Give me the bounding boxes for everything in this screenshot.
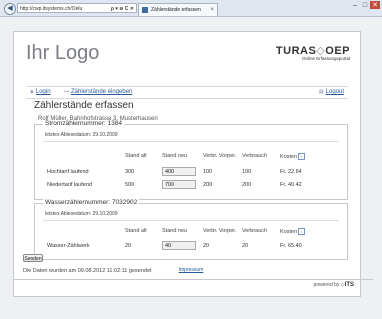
- login-icon: ◈: [30, 89, 34, 95]
- stand-neu-input[interactable]: 700: [162, 180, 196, 189]
- kosten-value: Fr. 40.42: [280, 182, 302, 188]
- page-background: Ihr Logo TURAS◇OEP Online Erfassungsport…: [0, 17, 382, 319]
- favicon-icon: [142, 7, 148, 13]
- water-last-reading: letztes Ablesedatum: 29.10.2009: [45, 211, 118, 217]
- tab-close-icon[interactable]: ×: [210, 4, 214, 16]
- page-title: Zählerstände erfassen: [34, 100, 134, 111]
- nav-logout-link[interactable]: Logout: [326, 89, 344, 95]
- address-url: http://cwp.itsystems.ch/Oelu: [20, 6, 83, 12]
- browser-toolbar: ◀ http://cwp.itsystems.ch/Oelu ρ ▾ ≌ C ✕…: [0, 0, 382, 17]
- logout-icon: ▤: [318, 89, 324, 95]
- verbrauch-value: 20: [242, 243, 249, 249]
- footer: Impressum: [0, 267, 382, 273]
- electricity-meter-section: Stromzählernummer: 1384 letztes Ableseda…: [34, 120, 348, 200]
- verbr-vorper-value: 200: [203, 182, 213, 188]
- col-header-stand-neu: Stand neu: [162, 228, 188, 234]
- col-header-kosten: Kosten i: [280, 153, 306, 160]
- electricity-meter-legend: Stromzählernummer: 1384: [43, 120, 124, 127]
- verbr-vorper-value: 20: [203, 243, 210, 249]
- verbr-vorper-value: 100: [203, 169, 213, 175]
- kosten-value: Fr. 65.40: [280, 243, 302, 249]
- powered-by: powered by ◇ITS: [313, 282, 354, 288]
- tab-title: Zählerstände erfassen: [151, 7, 201, 13]
- back-button[interactable]: ◀: [4, 3, 16, 15]
- row-label: Hochtarif laufend: [47, 169, 89, 175]
- divider: [43, 141, 339, 142]
- content-card: Ihr Logo TURAS◇OEP Online Erfassungsport…: [13, 31, 361, 297]
- nav-zahlerstaende-link[interactable]: Zählerstände eingeben: [71, 89, 132, 95]
- stand-neu-input[interactable]: 400: [162, 167, 196, 176]
- info-icon[interactable]: i: [298, 228, 306, 235]
- maximize-button[interactable]: □: [360, 2, 370, 9]
- footer-divider: [13, 279, 373, 280]
- site-logo: Ihr Logo: [26, 42, 100, 64]
- stand-alt-value: 500: [125, 182, 135, 188]
- divider: [43, 220, 339, 221]
- send-button[interactable]: Senden: [23, 254, 43, 262]
- col-header-stand-alt: Stand alt: [125, 228, 147, 234]
- kosten-value: Fr. 22.64: [280, 169, 302, 175]
- stand-alt-value: 20: [125, 243, 132, 249]
- nav-bar: ◈ Login ⊶ Zählerstände eingeben ▤ Logout: [26, 86, 348, 99]
- minimize-button[interactable]: –: [350, 2, 360, 9]
- col-header-kosten: Kosten i: [280, 228, 306, 235]
- address-bar[interactable]: http://cwp.itsystems.ch/Oelu ρ ▾ ≌ C ✕: [17, 3, 137, 13]
- row-label: Niedertarif laufend: [47, 182, 92, 188]
- col-header-stand-neu: Stand neu: [162, 153, 188, 159]
- col-header-verbr-vorper: Verbr. Vorper.: [203, 153, 237, 159]
- info-icon[interactable]: i: [298, 153, 306, 160]
- col-header-verbrauch: Verbrauch: [242, 228, 268, 234]
- water-meter-section: Wasserzählernummer: 7032902 letztes Able…: [34, 199, 348, 260]
- electricity-last-reading: letztes Ablesedatum: 29.10.2009: [45, 132, 118, 138]
- impressum-link[interactable]: Impressum: [179, 267, 204, 273]
- stand-alt-value: 300: [125, 169, 135, 175]
- brand-logo: TURAS◇OEP Online Erfassungsportal: [276, 44, 350, 61]
- nav-login-link[interactable]: Login: [36, 89, 51, 95]
- close-window-button[interactable]: ✕: [370, 1, 380, 9]
- browser-tab[interactable]: Zählerstände erfassen ×: [138, 3, 218, 16]
- col-header-verbr-vorper: Verbr. Vorper.: [203, 228, 237, 234]
- stand-neu-input[interactable]: 40: [162, 241, 196, 250]
- powered-brand: ITS: [344, 282, 354, 288]
- col-header-verbrauch: Verbrauch: [242, 153, 268, 159]
- row-label: Wasser-Zählwerk: [47, 243, 90, 249]
- address-controls[interactable]: ρ ▾ ≌ C ✕: [111, 4, 134, 12]
- verbrauch-value: 200: [242, 182, 252, 188]
- meter-icon: ⊶: [64, 89, 69, 95]
- water-meter-legend: Wasserzählernummer: 7032902: [43, 199, 140, 206]
- col-header-stand-alt: Stand alt: [125, 153, 147, 159]
- window-controls: – □ ✕: [350, 1, 380, 9]
- verbrauch-value: 100: [242, 169, 252, 175]
